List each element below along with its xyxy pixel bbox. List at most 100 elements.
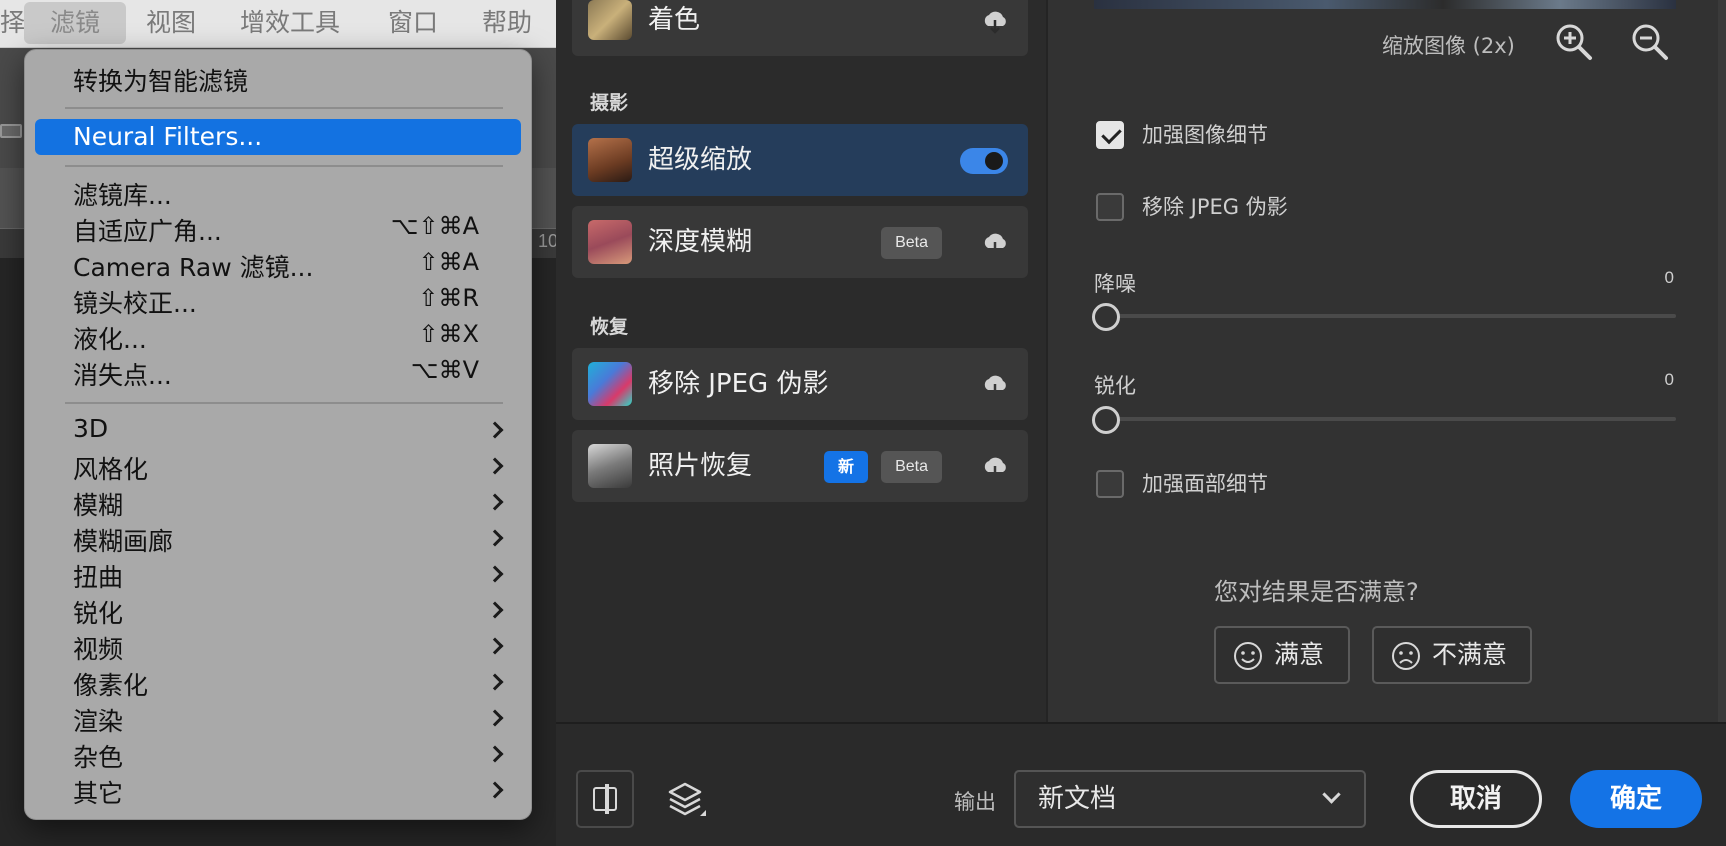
filter-settings-panel: 缩放图像 (2x) 加强图像细节 移除 JPEG 伪影 降噪 0 锐化 0 加强… <box>1046 0 1726 722</box>
new-badge: 新 <box>823 451 868 483</box>
menu-select-partial[interactable]: 择 <box>0 0 25 46</box>
noise-label: 降噪 <box>1094 272 1136 296</box>
menu-item-camera-raw[interactable]: Camera Raw 滤镜... <box>73 248 313 284</box>
menu-item-filter-gallery[interactable]: 滤镜库... <box>73 176 172 212</box>
cancel-button[interactable]: 取消 <box>1410 770 1542 828</box>
remove-jpeg-label: 移除 JPEG 伪影 <box>1142 195 1288 219</box>
submenu-3d[interactable]: 3D <box>73 414 108 443</box>
chevron-right-icon <box>486 565 504 583</box>
submenu-pixelate[interactable]: 像素化 <box>73 666 148 702</box>
cloud-download-icon[interactable] <box>980 452 1010 482</box>
shortcut-liquify: ⇧⌘X <box>418 320 479 348</box>
shortcut-adaptive-wide-angle: ⌥⇧⌘A <box>390 212 479 240</box>
frown-icon <box>1392 642 1420 670</box>
beta-badge: Beta <box>881 451 942 483</box>
face-detail-checkbox[interactable] <box>1096 470 1124 498</box>
submenu-blur[interactable]: 模糊 <box>73 486 123 522</box>
remove-jpeg-checkbox[interactable] <box>1096 193 1124 221</box>
bottom-bar: 输出 新文档 取消 确定 <box>556 722 1726 846</box>
split-view-icon <box>593 784 617 814</box>
filter-title-super-zoom: 超级缩放 <box>648 145 753 175</box>
noise-slider-thumb[interactable] <box>1092 303 1120 331</box>
neural-filters-list: 着色 摄影 超级缩放 深度模糊 Beta 恢复 移除 JPEG 伪影 照片恢复 … <box>556 0 1046 722</box>
cloud-download-icon[interactable] <box>980 6 1010 36</box>
menu-separator <box>65 402 503 404</box>
menu-item-vanishing-point[interactable]: 消失点... <box>73 356 172 392</box>
menu-item-convert-smart-filter[interactable]: 转换为智能滤镜 <box>73 62 248 98</box>
menu-window[interactable]: 窗口 <box>388 0 438 46</box>
beta-badge: Beta <box>881 227 942 259</box>
colorize-thumbnail <box>588 0 632 40</box>
submenu-video[interactable]: 视频 <box>73 630 123 666</box>
cloud-download-icon[interactable] <box>980 228 1010 258</box>
submenu-other[interactable]: 其它 <box>73 774 123 810</box>
submenu-stylize[interactable]: 风格化 <box>73 450 148 486</box>
chevron-right-icon <box>486 673 504 691</box>
smile-icon <box>1234 642 1262 670</box>
ok-button[interactable]: 确定 <box>1570 770 1702 828</box>
preview-image <box>1094 0 1676 9</box>
cloud-download-icon[interactable] <box>980 370 1010 400</box>
filter-title-depth-blur: 深度模糊 <box>648 227 753 257</box>
menu-separator <box>65 165 503 167</box>
sharpen-value: 0 <box>1664 370 1674 389</box>
enhance-detail-label: 加强图像细节 <box>1142 123 1268 147</box>
shortcut-vanishing-point: ⌥⌘V <box>410 356 479 384</box>
chevron-right-icon <box>486 709 504 727</box>
sharpen-label: 锐化 <box>1094 374 1136 398</box>
satisfied-label: 满意 <box>1274 640 1325 669</box>
menu-item-liquify[interactable]: 液化... <box>73 320 147 356</box>
noise-slider-track[interactable] <box>1094 314 1676 318</box>
menu-view[interactable]: 视图 <box>146 0 196 46</box>
filter-title-colorize: 着色 <box>648 5 701 35</box>
submenu-sharpen[interactable]: 锐化 <box>73 594 123 630</box>
submenu-render[interactable]: 渲染 <box>73 702 123 738</box>
shortcut-camera-raw: ⇧⌘A <box>418 248 479 276</box>
compare-view-button[interactable] <box>576 770 634 828</box>
submenu-distort[interactable]: 扭曲 <box>73 558 123 594</box>
filter-card-depth-blur[interactable]: 深度模糊 Beta <box>572 206 1028 278</box>
output-select-value: 新文档 <box>1038 784 1117 814</box>
section-photography: 摄影 <box>590 92 629 114</box>
unsatisfied-button[interactable]: 不满意 <box>1372 626 1532 684</box>
layers-button[interactable] <box>656 770 714 828</box>
enhance-detail-checkbox[interactable] <box>1096 121 1124 149</box>
submenu-blur-gallery[interactable]: 模糊画廊 <box>73 522 173 558</box>
filter-title-jpeg-removal: 移除 JPEG 伪影 <box>648 369 829 399</box>
menu-separator <box>65 107 503 109</box>
satisfied-button[interactable]: 满意 <box>1214 626 1350 684</box>
filter-card-jpeg-removal[interactable]: 移除 JPEG 伪影 <box>572 348 1028 420</box>
menu-plugins[interactable]: 增效工具 <box>240 0 340 46</box>
filter-card-colorize[interactable]: 着色 <box>572 0 1028 56</box>
panel-scrollbar[interactable] <box>1718 0 1726 722</box>
chevron-right-icon <box>486 529 504 547</box>
menu-item-adaptive-wide-angle[interactable]: 自适应广角... <box>73 212 222 248</box>
filter-card-super-zoom[interactable]: 超级缩放 <box>572 124 1028 196</box>
output-select[interactable]: 新文档 <box>1014 770 1366 828</box>
options-control[interactable] <box>0 124 22 138</box>
zoom-in-icon[interactable] <box>1554 22 1594 62</box>
super-zoom-toggle[interactable] <box>960 148 1008 174</box>
chevron-right-icon <box>486 421 504 439</box>
sharpen-slider-track[interactable] <box>1094 417 1676 421</box>
chevron-right-icon <box>486 457 504 475</box>
scale-label: 缩放图像 (2x) <box>1382 34 1515 58</box>
section-restoration: 恢复 <box>590 316 629 338</box>
menu-filter[interactable]: 滤镜 <box>24 2 127 44</box>
sharpen-slider-thumb[interactable] <box>1092 406 1120 434</box>
zoom-out-icon[interactable] <box>1630 22 1670 62</box>
satisfaction-question: 您对结果是否满意? <box>1214 578 1419 606</box>
menu-item-lens-correction[interactable]: 镜头校正... <box>73 284 197 320</box>
chevron-right-icon <box>486 493 504 511</box>
menu-item-neural-filters-label: Neural Filters... <box>73 122 263 151</box>
filter-card-photo-restoration[interactable]: 照片恢复 新 Beta <box>572 430 1028 502</box>
menu-help[interactable]: 帮助 <box>482 0 532 46</box>
menu-item-neural-filters[interactable]: Neural Filters... <box>35 119 521 155</box>
filter-title-photo-restoration: 照片恢复 <box>648 451 753 481</box>
filter-menu: 转换为智能滤镜 Neural Filters... 滤镜库... 自适应广角..… <box>24 49 532 820</box>
face-detail-label: 加强面部细节 <box>1142 472 1268 496</box>
chevron-down-icon <box>1322 785 1341 804</box>
submenu-noise[interactable]: 杂色 <box>73 738 123 774</box>
chevron-right-icon <box>486 781 504 799</box>
chevron-right-icon <box>486 745 504 763</box>
